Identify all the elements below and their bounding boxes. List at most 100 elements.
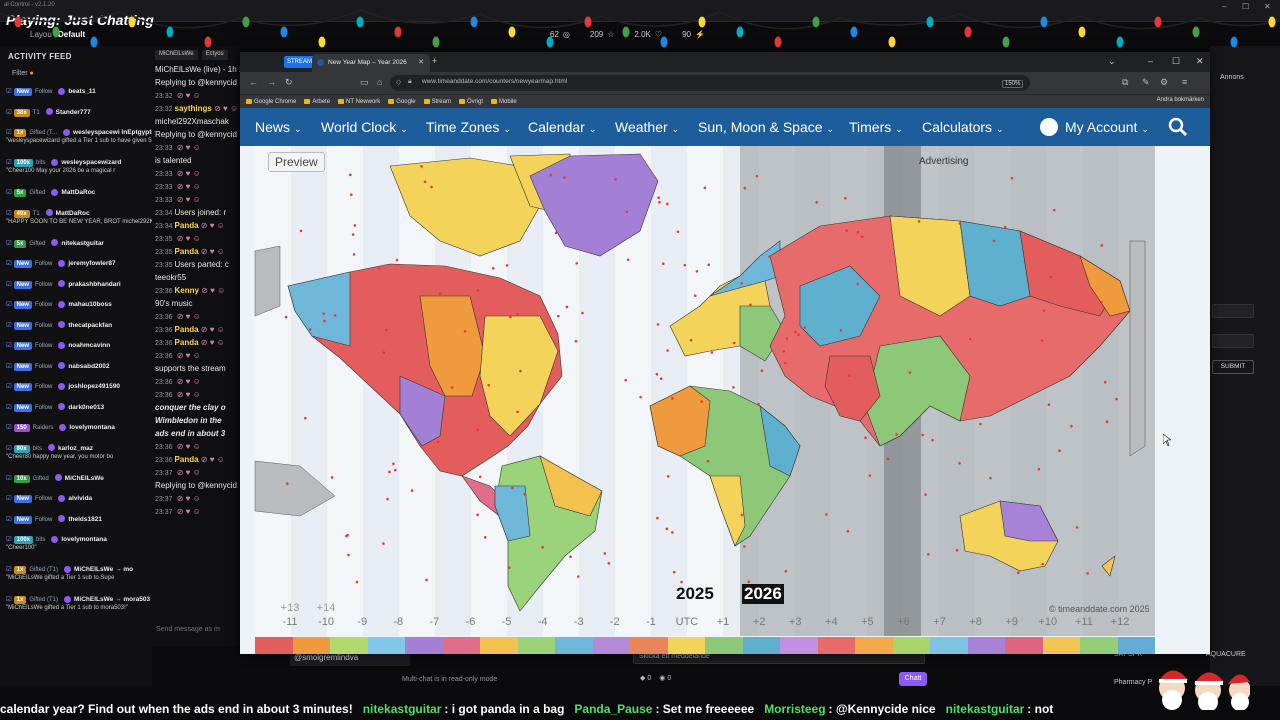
feed-row[interactable]: ☑ New Follow prakashbhandari [0, 277, 152, 298]
tab-newyearmap[interactable]: New Year Map – Year 2026 ✕ [312, 54, 430, 72]
feed-row[interactable]: ☑ New Follow joshlopez491590 [0, 379, 152, 400]
preview-button[interactable]: Preview [268, 152, 325, 172]
checkbox-icon[interactable]: ☑ [6, 301, 14, 308]
new-tab-icon[interactable]: + [432, 56, 437, 66]
checkbox-icon[interactable]: ☑ [6, 404, 14, 411]
chat-user[interactable]: Kenny [175, 286, 199, 295]
feed-row[interactable]: ☑ New Follow beats_11 [0, 84, 152, 105]
close-icon[interactable]: ✕ [1264, 2, 1271, 11]
tab-ectyos[interactable]: Ectyos [201, 50, 228, 60]
bookmark-item[interactable]: Mobile [491, 97, 517, 106]
checkbox-icon[interactable]: ☑ [6, 322, 14, 329]
nav-my-account[interactable]: My Account ⌄ [1065, 119, 1149, 135]
sidebar-field-1[interactable] [1212, 304, 1254, 318]
window-maximize-icon[interactable]: ☐ [1172, 56, 1180, 67]
tools-icon[interactable]: ✎ [1142, 77, 1150, 88]
feed-row[interactable]: ☑ 5x Gifted MattDaRoc [0, 185, 152, 206]
feed-row[interactable]: ☑ 100x bits wesleyspacewizard "Cheer100 May… [0, 155, 152, 185]
chat-user[interactable]: Panda [175, 325, 199, 334]
bookmark-item[interactable]: Arbete [304, 97, 330, 106]
checkbox-icon[interactable]: ☑ [6, 566, 14, 573]
chat-user[interactable]: Panda [175, 455, 199, 464]
maximize-icon[interactable]: ☐ [1242, 2, 1249, 11]
chat-user[interactable]: saythings [175, 104, 212, 113]
checkbox-icon[interactable]: ☑ [6, 342, 14, 349]
chat-user[interactable]: Panda [175, 221, 199, 230]
nav-calculators[interactable]: Calculators ⌄ [922, 119, 1004, 135]
checkbox-icon[interactable]: ☑ [6, 281, 14, 288]
sidebar-field-2[interactable] [1212, 334, 1254, 348]
bookmark-item[interactable]: Google Chrome [246, 97, 296, 106]
bookmark-item[interactable]: Övrigt [458, 97, 483, 106]
feed-row[interactable]: ☑ 150 Raiders lovelymontana [0, 420, 152, 441]
chat-send-button[interactable]: Chatt [899, 672, 927, 686]
back-icon[interactable]: ← [249, 77, 258, 87]
nav-world-clock[interactable]: World Clock ⌄ [321, 119, 408, 135]
nav-timers[interactable]: Timers ⌄ [849, 119, 903, 135]
checkbox-icon[interactable]: ☑ [6, 536, 14, 543]
feed-row[interactable]: ☑ New Follow alvivida [0, 491, 152, 512]
checkbox-icon[interactable]: ☑ [6, 260, 14, 267]
chevron-down-icon[interactable]: ⌄ [1108, 56, 1116, 67]
checkbox-icon[interactable]: ☑ [6, 109, 14, 116]
feed-row[interactable]: ☑ 1x Gifted (T1) MiChElLsWe → mo "MiChElLsW… [0, 562, 152, 592]
chat-send-input[interactable]: Send message as m [152, 626, 240, 633]
feed-row[interactable]: ☑ 38x T1 Stander777 [0, 105, 152, 126]
checkbox-icon[interactable]: ☑ [6, 210, 14, 217]
checkbox-icon[interactable]: ☑ [6, 495, 14, 502]
tab-close-icon[interactable]: ✕ [418, 58, 424, 66]
nav-calendar[interactable]: Calendar ⌄ [528, 119, 596, 135]
nav-weather[interactable]: Weather ⌄ [615, 119, 679, 135]
menu-icon[interactable]: ≡ [1182, 77, 1187, 87]
bookmark-item[interactable]: Google [388, 97, 416, 106]
nav-news[interactable]: News ⌄ [255, 119, 302, 135]
minimize-icon[interactable]: – [1222, 2, 1226, 11]
feed-row[interactable]: ☑ 5x Gifted nitekastguitar [0, 236, 152, 257]
checkbox-icon[interactable]: ☑ [6, 240, 14, 247]
checkbox-icon[interactable]: ☑ [6, 129, 14, 136]
checkbox-icon[interactable]: ☑ [6, 424, 14, 431]
feed-row[interactable]: ☑ New Follow jeremyfowler87 [0, 256, 152, 277]
checkbox-icon[interactable]: ☑ [6, 596, 14, 603]
checkbox-icon[interactable]: ☑ [6, 363, 14, 370]
feed-row[interactable]: ☑ New Follow dark0ne013 [0, 400, 152, 421]
account-icon[interactable] [1040, 118, 1058, 136]
chat-user[interactable]: Panda [175, 247, 199, 256]
nav-time-zones[interactable]: Time Zones ⌄ [426, 119, 511, 135]
bookmark-item[interactable]: NT Newwork [338, 97, 380, 106]
feed-row[interactable]: ☑ New Follow thelds1821 [0, 512, 152, 533]
checkbox-icon[interactable]: ☑ [6, 383, 14, 390]
tab-michel[interactable]: MiChElLsWe [155, 50, 198, 60]
feed-row[interactable]: ☑ 1x Gifted (T1) MiChElLsWe → mora503 "MiCh… [0, 592, 152, 622]
search-icon[interactable] [1168, 117, 1188, 137]
feed-row[interactable]: ☑ New Follow mahau10boss [0, 297, 152, 318]
settings-icon[interactable]: ⚙ [1160, 77, 1168, 88]
checkbox-icon[interactable]: ☑ [6, 445, 14, 452]
window-close-icon[interactable]: ✕ [1196, 56, 1204, 67]
feed-row[interactable]: ☑ New Follow nabsabd2002 [0, 359, 152, 380]
window-minimize-icon[interactable]: – [1148, 56, 1153, 66]
checkbox-icon[interactable]: ☑ [6, 159, 14, 166]
feed-row[interactable]: ☑ 80x bits karloz_maz "Cheer80 happy new ye… [0, 441, 152, 471]
bookmark-item[interactable]: Stream [423, 97, 451, 106]
chat-user[interactable]: Panda [175, 338, 199, 347]
feed-row[interactable]: ☑ New Follow noahmcavinn [0, 338, 152, 359]
feed-row[interactable]: ☑ 1xGifted (T... wesleyspacewi InEptgypti… [0, 125, 152, 155]
nav-sun-moon-space[interactable]: Sun, Moon & Space ⌄ [698, 119, 834, 135]
checkbox-icon[interactable]: ☑ [6, 88, 14, 95]
submit-button[interactable]: SUBMIT [1212, 360, 1254, 374]
forward-icon[interactable]: → [267, 77, 276, 87]
checkbox-icon[interactable]: ☑ [6, 189, 14, 196]
zoom-level[interactable]: 150% [1002, 80, 1024, 88]
checkbox-icon[interactable]: ☑ [6, 475, 14, 482]
reload-icon[interactable]: ↻ [285, 77, 293, 88]
home-icon[interactable]: ⌂ [377, 77, 382, 87]
checkbox-icon[interactable]: ☑ [6, 516, 14, 523]
feed-row[interactable]: ☑ 10x Gifted MiChElLsWe [0, 471, 152, 492]
url-field[interactable]: ◇ 🔒︎ www.timeanddate.com/counters/newyea… [390, 75, 1030, 91]
extensions-icon[interactable]: ⧉ [1122, 77, 1128, 88]
other-bookmarks[interactable]: Andra bokmärken [1157, 97, 1204, 103]
sidebar-icon[interactable]: ▭ [360, 77, 369, 88]
feed-row[interactable]: ☑ New Follow thecatpackfan [0, 318, 152, 339]
feed-row[interactable]: ☑ 49x T1 MattDaRoc "HAPPY SOON TO BE NEW YE… [0, 206, 152, 236]
